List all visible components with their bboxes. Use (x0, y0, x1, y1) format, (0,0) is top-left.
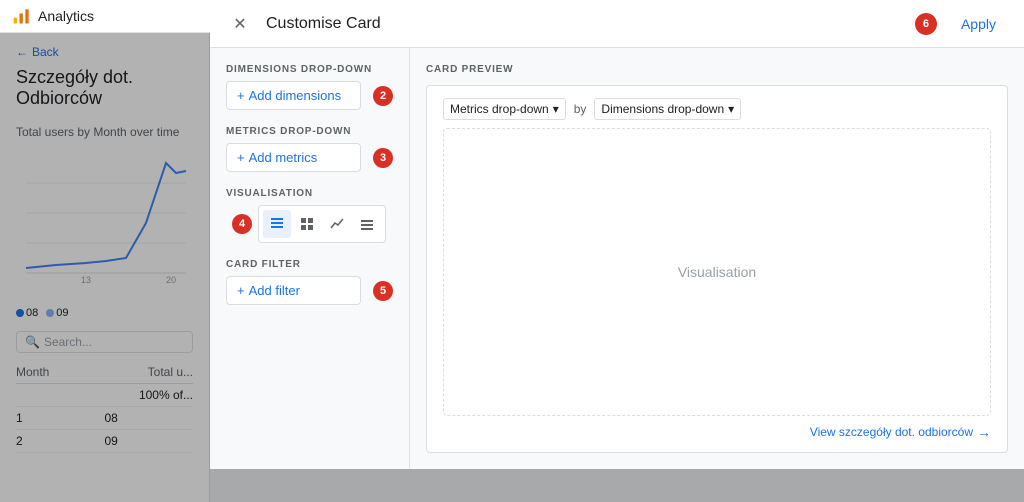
add-dimensions-button[interactable]: + Add dimensions (226, 81, 361, 110)
dimensions-dropdown-button[interactable]: Dimensions drop-down ▾ (594, 98, 741, 120)
chevron-down-icon: ▾ (728, 102, 734, 116)
metrics-dropdown-button[interactable]: Metrics drop-down ▾ (443, 98, 566, 120)
plus-icon: + (237, 283, 245, 298)
dimensions-field-row: + Add dimensions 2 (226, 81, 393, 110)
step-badge-2: 2 (373, 86, 393, 106)
step-badge-3: 3 (373, 148, 393, 168)
preview-visualisation-area: Visualisation (443, 128, 991, 416)
preview-footer-link[interactable]: View szczegóły dot. odbiorców → (443, 424, 991, 440)
card-filter-section: CARD FILTER + Add filter 5 (226, 259, 393, 305)
modal-header: ✕ Customise Card 6 Apply (210, 0, 1024, 48)
dimensions-section: DIMENSIONS DROP-DOWN + Add dimensions 2 (226, 64, 393, 110)
plus-icon: + (237, 88, 245, 103)
visualisation-type-selector (258, 205, 386, 243)
preview-card-header: Metrics drop-down ▾ by Dimensions drop-d… (443, 98, 991, 120)
vis-bar-icon[interactable] (353, 210, 381, 238)
chevron-down-icon: ▾ (553, 102, 559, 116)
apply-button[interactable]: Apply (949, 10, 1008, 38)
visualisation-label: VISUALISATION (226, 188, 393, 199)
modal-title: Customise Card (266, 15, 381, 33)
modal-body: DIMENSIONS DROP-DOWN + Add dimensions 2 … (210, 48, 1024, 469)
preview-card: Metrics drop-down ▾ by Dimensions drop-d… (426, 85, 1008, 453)
modal-header-right: 6 Apply (915, 10, 1008, 38)
arrow-right-icon: → (977, 424, 991, 440)
change-count-badge: 6 (915, 13, 937, 35)
step-badge-4: 4 (232, 214, 252, 234)
app-logo: Analytics (12, 6, 94, 26)
app-title: Analytics (38, 8, 94, 24)
by-label: by (574, 102, 587, 116)
vis-table-icon[interactable] (263, 210, 291, 238)
bar-chart-icon (12, 6, 32, 26)
metrics-section: METRICS DROP-DOWN + Add metrics 3 (226, 126, 393, 172)
add-metrics-button[interactable]: + Add metrics (226, 143, 361, 172)
step-badge-5: 5 (373, 281, 393, 301)
metrics-label: METRICS DROP-DOWN (226, 126, 393, 137)
card-filter-label: CARD FILTER (226, 259, 393, 270)
customise-card-modal: ✕ Customise Card 6 Apply DIMENSIONS DROP… (210, 0, 1024, 469)
add-filter-button[interactable]: + Add filter (226, 276, 361, 305)
modal-header-left: ✕ Customise Card (226, 10, 381, 38)
metrics-field-row: + Add metrics 3 (226, 143, 393, 172)
modal-close-button[interactable]: ✕ (226, 10, 254, 38)
dimensions-label: DIMENSIONS DROP-DOWN (226, 64, 393, 75)
plus-icon: + (237, 150, 245, 165)
vis-grid-icon[interactable] (293, 210, 321, 238)
visualisation-field-row: 4 (226, 205, 393, 243)
preview-label: CARD PREVIEW (426, 64, 1008, 75)
visualisation-section: VISUALISATION 4 (226, 188, 393, 243)
preview-panel: CARD PREVIEW Metrics drop-down ▾ by Dime… (410, 48, 1024, 469)
form-panel: DIMENSIONS DROP-DOWN + Add dimensions 2 … (210, 48, 410, 469)
vis-line-icon[interactable] (323, 210, 351, 238)
card-filter-field-row: + Add filter 5 (226, 276, 393, 305)
